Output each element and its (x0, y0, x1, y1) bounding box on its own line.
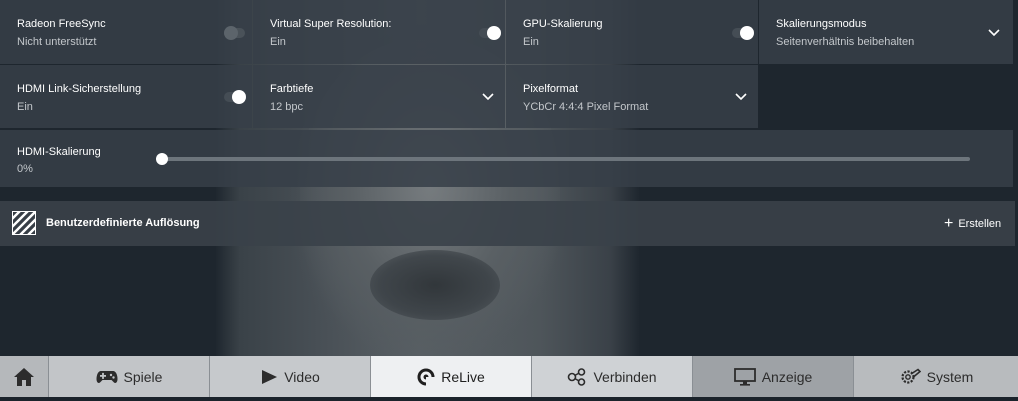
color-depth-value: 12 bpc (270, 101, 304, 113)
relive-icon (417, 368, 436, 386)
nav-home[interactable] (0, 356, 49, 397)
nav-video-label: Video (284, 368, 320, 385)
nav-system[interactable]: System (854, 356, 1018, 397)
play-icon (262, 369, 278, 384)
nav-verbinden[interactable]: Verbinden (532, 356, 693, 397)
nav-spiele-label: Spiele (123, 368, 163, 385)
hdmi-link-value: Ein (17, 101, 33, 113)
hdmi-scaling-slider-track[interactable] (162, 157, 970, 161)
gpu-scaling-value: Ein (523, 36, 539, 48)
nav-spiele[interactable]: Spiele (49, 356, 210, 397)
gamepad-icon (96, 370, 118, 383)
nav-relive-label: ReLive (441, 368, 485, 385)
pixel-format-dropdown[interactable]: Pixelformat YCbCr 4:4:4 Pixel Format (506, 65, 758, 128)
gpu-scaling-label: GPU-Skalierung (523, 18, 603, 30)
freesync-value: Nicht unterstützt (17, 36, 97, 48)
monitor-icon (733, 367, 756, 386)
vsr-tile[interactable]: Virtual Super Resolution: Ein (253, 0, 505, 64)
toggle-knob (487, 26, 501, 40)
toggle-knob (740, 26, 754, 40)
hdmi-scaling-label: HDMI-Skalierung (17, 146, 101, 158)
hdmi-link-tile[interactable]: HDMI Link-Sicherstellung Ein (0, 65, 252, 128)
hdmi-scaling-value: 0% (17, 163, 33, 175)
hdmi-scaling-slider-handle[interactable] (156, 153, 168, 165)
share-icon (568, 367, 586, 386)
scaling-mode-dropdown[interactable]: Skalierungsmodus Seitenverhältnis beibeh… (759, 0, 1013, 64)
nav-anzeige-label: Anzeige (761, 368, 813, 385)
background-face-mouth (370, 250, 500, 320)
hdmi-link-toggle[interactable] (224, 90, 246, 104)
gpu-scaling-tile[interactable]: GPU-Skalierung Ein (506, 0, 758, 64)
nav-anzeige[interactable]: Anzeige (693, 356, 854, 397)
freesync-tile[interactable]: Radeon FreeSync Nicht unterstützt (0, 0, 252, 64)
hdmi-link-label: HDMI Link-Sicherstellung (17, 83, 142, 95)
nav-verbinden-label: Verbinden (593, 368, 657, 385)
nav-system-label: System (926, 368, 974, 385)
diagonal-stripes-icon (12, 211, 36, 235)
bottom-navigation: Spiele Video ReLive Verbinden Anzeige Sy… (0, 356, 1018, 401)
plus-icon: + (944, 215, 954, 232)
toggle-knob (232, 90, 246, 104)
create-button-label: Erstellen (958, 218, 1002, 230)
nav-relive[interactable]: ReLive (371, 356, 532, 397)
nav-video[interactable]: Video (210, 356, 371, 397)
nav-bottom-edge (0, 397, 1018, 401)
freesync-label: Radeon FreeSync (17, 18, 106, 30)
create-button[interactable]: + Erstellen (944, 214, 1001, 234)
scaling-mode-value: Seitenverhältnis beibehalten (776, 36, 915, 48)
gear-wrench-icon (901, 367, 921, 384)
chevron-down-icon (988, 29, 1000, 37)
scaling-mode-label: Skalierungsmodus (776, 18, 867, 30)
vsr-label: Virtual Super Resolution: (270, 18, 392, 30)
pixel-format-label: Pixelformat (523, 83, 579, 95)
freesync-toggle[interactable] (224, 26, 245, 40)
custom-resolution-title: Benutzerdefinierte Auflösung (46, 217, 200, 229)
chevron-down-icon (482, 93, 494, 101)
vsr-toggle[interactable] (479, 26, 501, 40)
color-depth-label: Farbtiefe (270, 83, 314, 95)
vsr-value: Ein (270, 36, 286, 48)
chevron-down-icon (735, 93, 747, 101)
home-icon (14, 367, 34, 386)
gpu-scaling-toggle[interactable] (732, 26, 754, 40)
pixel-format-value: YCbCr 4:4:4 Pixel Format (523, 101, 649, 113)
color-depth-dropdown[interactable]: Farbtiefe 12 bpc (253, 65, 505, 128)
toggle-knob (224, 26, 238, 40)
